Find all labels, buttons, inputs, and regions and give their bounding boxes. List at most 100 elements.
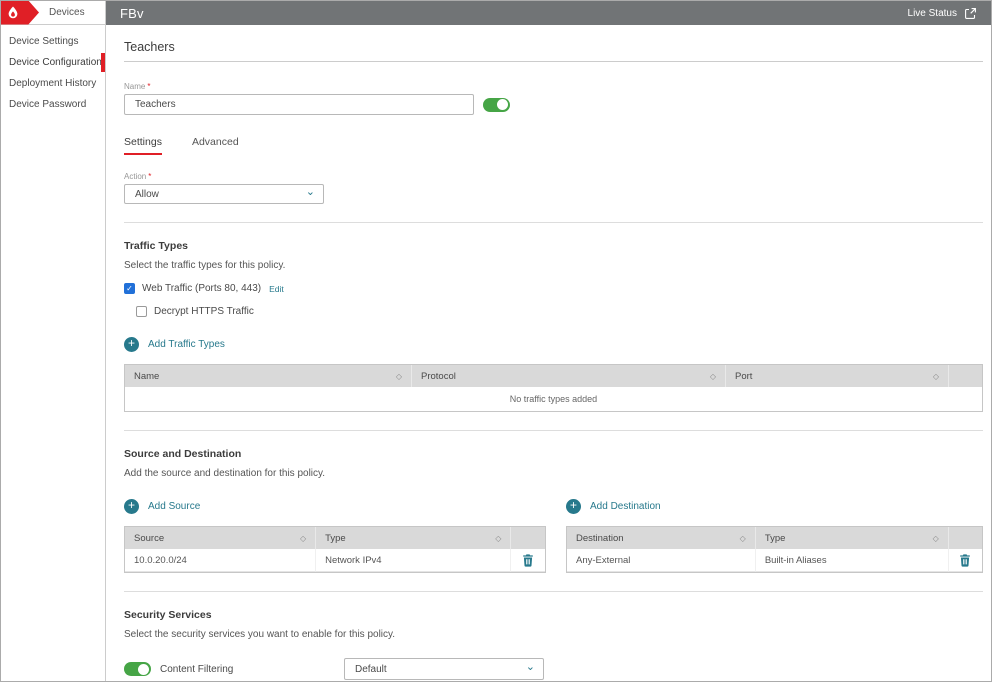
web-traffic-edit-link[interactable]: Edit — [269, 284, 284, 294]
sort-icon: ◇ — [740, 534, 746, 543]
column-label: Type — [765, 533, 786, 544]
sidebar-item-deployment-history[interactable]: Deployment History — [1, 73, 105, 94]
column-header-port[interactable]: Port ◇ — [726, 365, 949, 387]
delete-source-button[interactable] — [522, 554, 534, 567]
toggle-knob — [497, 99, 508, 110]
destination-value-cell: Any-External — [567, 549, 756, 572]
page-title-row: Teachers — [124, 25, 983, 62]
column-label: Protocol — [421, 371, 456, 382]
web-traffic-checkbox[interactable]: ✓ — [124, 283, 135, 294]
topbar: FBv Live Status — [106, 1, 991, 25]
destination-table-row: Any-External Built-in Aliases — [567, 549, 982, 572]
sort-icon: ◇ — [933, 534, 939, 543]
source-destination-description: Add the source and destination for this … — [124, 468, 983, 479]
name-label-text: Name — [124, 82, 145, 91]
plus-icon: + — [566, 499, 581, 514]
add-traffic-types-button[interactable]: + Add Traffic Types — [124, 337, 983, 352]
action-select[interactable]: Allow ⌄ — [124, 184, 324, 204]
live-status-link[interactable]: Live Status — [908, 7, 977, 20]
traffic-table-header: Name ◇ Protocol ◇ Port ◇ — [125, 365, 982, 387]
source-column: + Add Source Source ◇ Type — [124, 479, 546, 573]
flame-icon — [7, 6, 19, 19]
add-source-button[interactable]: + Add Source — [124, 499, 546, 514]
decrypt-https-label: Decrypt HTTPS Traffic — [154, 306, 254, 317]
column-header-protocol[interactable]: Protocol ◇ — [412, 365, 726, 387]
column-header-type[interactable]: Type ◇ — [316, 527, 511, 549]
sidebar-header: Devices — [1, 1, 105, 25]
delete-destination-button[interactable] — [959, 554, 971, 567]
security-services-section: Security Services Select the security se… — [124, 609, 983, 681]
plus-icon: + — [124, 337, 139, 352]
add-destination-button[interactable]: + Add Destination — [566, 499, 983, 514]
column-header-type[interactable]: Type ◇ — [756, 527, 949, 549]
security-services-heading: Security Services — [124, 609, 983, 621]
required-asterisk: * — [147, 82, 150, 91]
column-header-destination[interactable]: Destination ◇ — [567, 527, 756, 549]
sort-icon: ◇ — [710, 372, 716, 381]
content-filtering-row: Content Filtering Default ⌄ — [124, 658, 983, 680]
add-traffic-types-label: Add Traffic Types — [148, 339, 225, 350]
column-label: Port — [735, 371, 752, 382]
destination-type-cell: Built-in Aliases — [756, 549, 949, 572]
section-divider — [124, 222, 983, 223]
tab-advanced[interactable]: Advanced — [192, 136, 239, 155]
column-header-actions — [949, 527, 982, 549]
traffic-types-heading: Traffic Types — [124, 240, 983, 252]
source-table-row: 10.0.20.0/24 Network IPv4 — [125, 549, 545, 572]
destination-table: Destination ◇ Type ◇ Any-Externa — [566, 526, 983, 573]
action-label-text: Action — [124, 172, 146, 181]
column-header-actions — [949, 365, 982, 387]
section-divider — [124, 430, 983, 431]
sidebar-item-device-configuration[interactable]: Device Configuration — [1, 52, 105, 73]
policy-editor: Teachers Name* Settings Advanced — [106, 25, 991, 681]
chevron-down-icon: ⌄ — [306, 189, 315, 195]
column-label: Type — [325, 533, 346, 544]
section-divider — [124, 591, 983, 592]
column-header-actions — [511, 527, 545, 549]
plus-icon: + — [124, 499, 139, 514]
destination-table-header: Destination ◇ Type ◇ — [567, 527, 982, 549]
check-icon: ✓ — [126, 285, 133, 293]
toggle-knob — [138, 664, 149, 675]
trash-icon — [522, 554, 534, 567]
destination-column: + Add Destination Destination ◇ Type — [566, 479, 983, 573]
chevron-down-icon: ⌄ — [526, 664, 535, 670]
source-table: Source ◇ Type ◇ 10.0.20.0/24 — [124, 526, 546, 573]
page-title: Teachers — [124, 40, 983, 54]
column-header-source[interactable]: Source ◇ — [125, 527, 316, 549]
policy-name-input[interactable] — [124, 94, 474, 115]
traffic-types-section: Traffic Types Select the traffic types f… — [124, 240, 983, 412]
sort-icon: ◇ — [300, 534, 306, 543]
app-window: Devices Device Settings Device Configura… — [0, 0, 992, 682]
content-filtering-select[interactable]: Default ⌄ — [344, 658, 544, 680]
action-select-value: Allow — [135, 189, 159, 200]
column-header-name[interactable]: Name ◇ — [125, 365, 412, 387]
required-asterisk: * — [148, 172, 151, 181]
external-link-icon — [964, 7, 977, 20]
sidebar-title[interactable]: Devices — [49, 7, 85, 18]
main-area: FBv Live Status Teachers Name* — [106, 1, 991, 681]
add-destination-label: Add Destination — [590, 501, 661, 512]
trash-icon — [959, 554, 971, 567]
source-destination-section: Source and Destination Add the source an… — [124, 448, 983, 573]
device-title: FBv — [120, 6, 144, 21]
tab-bar: Settings Advanced — [124, 136, 983, 155]
decrypt-https-row: ✓ Decrypt HTTPS Traffic — [136, 306, 983, 317]
column-label: Source — [134, 533, 164, 544]
traffic-types-table: Name ◇ Protocol ◇ Port ◇ No tra — [124, 364, 983, 412]
sidebar-item-device-settings[interactable]: Device Settings — [1, 31, 105, 52]
sort-icon: ◇ — [495, 534, 501, 543]
sidebar-item-device-password[interactable]: Device Password — [1, 94, 105, 115]
content-filtering-toggle[interactable] — [124, 662, 151, 676]
source-type-cell: Network IPv4 — [316, 549, 511, 572]
source-destination-heading: Source and Destination — [124, 448, 983, 460]
content-filtering-label: Content Filtering — [160, 664, 233, 675]
name-field-label: Name* — [124, 82, 983, 91]
traffic-types-description: Select the traffic types for this policy… — [124, 260, 983, 271]
policy-enabled-toggle[interactable] — [483, 98, 510, 112]
name-field-block: Name* — [124, 82, 983, 115]
tab-settings[interactable]: Settings — [124, 136, 162, 155]
live-status-label: Live Status — [908, 8, 957, 19]
sidebar-nav: Device Settings Device Configuration Dep… — [1, 25, 105, 115]
decrypt-https-checkbox[interactable]: ✓ — [136, 306, 147, 317]
